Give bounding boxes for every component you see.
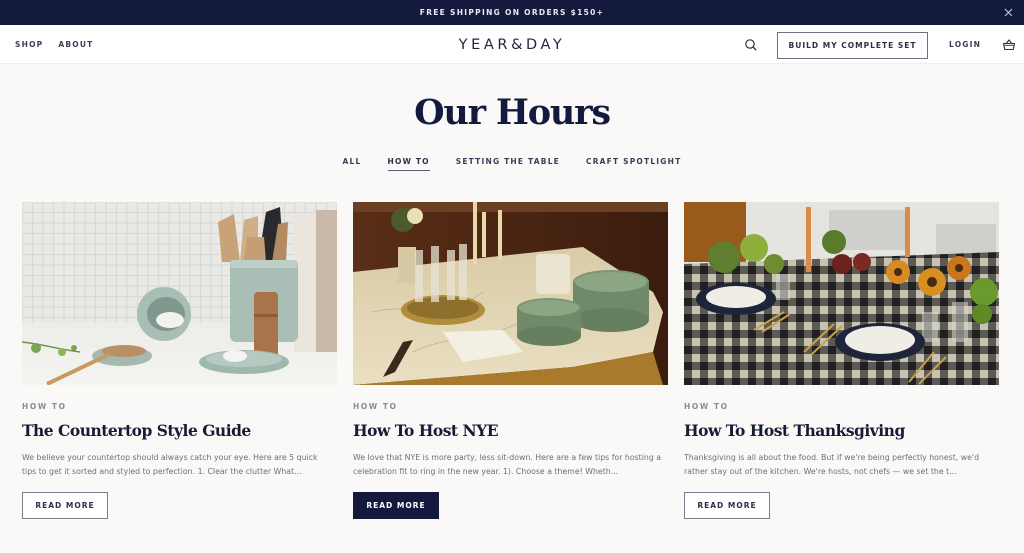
article-excerpt: We love that NYE is more party, less sit… bbox=[353, 453, 662, 476]
read-more-button[interactable]: READ MORE bbox=[684, 492, 770, 519]
tab-setting-the-table[interactable]: SETTING THE TABLE bbox=[456, 157, 560, 171]
article-card: HOW TO How To Host NYE We love that NYE … bbox=[353, 202, 668, 519]
tab-how-to[interactable]: HOW TO bbox=[387, 157, 430, 171]
site-logo[interactable]: YEAR&DAY bbox=[459, 37, 566, 53]
build-complete-set-button[interactable]: BUILD MY COMPLETE SET bbox=[777, 32, 928, 59]
countertop-image bbox=[22, 202, 337, 385]
search-button[interactable] bbox=[743, 37, 759, 53]
category-tabs: ALL HOW TO SETTING THE TABLE CRAFT SPOTL… bbox=[0, 157, 1024, 171]
nye-party-image bbox=[353, 202, 668, 385]
close-icon bbox=[1004, 8, 1012, 16]
article-image[interactable] bbox=[22, 202, 337, 385]
login-link-wrap: LOGIN bbox=[949, 25, 981, 64]
article-title[interactable]: How To Host NYE bbox=[353, 421, 668, 440]
search-icon bbox=[745, 39, 757, 51]
article-title[interactable]: The Countertop Style Guide bbox=[22, 421, 337, 440]
read-more-button[interactable]: READ MORE bbox=[353, 492, 439, 519]
announcement-close-button[interactable] bbox=[1001, 5, 1015, 19]
login-link[interactable]: LOGIN bbox=[949, 40, 981, 49]
article-excerpt: We believe your countertop should always… bbox=[22, 453, 318, 476]
basket-icon bbox=[1002, 39, 1016, 51]
tab-all[interactable]: ALL bbox=[343, 157, 362, 171]
article-image[interactable] bbox=[353, 202, 668, 385]
page-title: Our Hours bbox=[414, 92, 611, 133]
article-category: HOW TO bbox=[353, 402, 398, 411]
article-category: HOW TO bbox=[684, 402, 729, 411]
nav-about-link[interactable]: ABOUT bbox=[58, 40, 93, 49]
thanksgiving-table-image bbox=[684, 202, 999, 385]
read-more-button[interactable]: READ MORE bbox=[22, 492, 108, 519]
announcement-bar: FREE SHIPPING ON ORDERS $150+ bbox=[0, 0, 1024, 25]
article-title[interactable]: How To Host Thanksgiving bbox=[684, 421, 999, 440]
announcement-text: FREE SHIPPING ON ORDERS $150+ bbox=[419, 8, 605, 17]
site-header: SHOP ABOUT YEAR&DAY BUILD MY COMPLETE SE… bbox=[0, 25, 1024, 64]
tab-craft-spotlight[interactable]: CRAFT SPOTLIGHT bbox=[586, 157, 681, 171]
cart-button[interactable] bbox=[1001, 37, 1017, 53]
article-image[interactable] bbox=[684, 202, 999, 385]
article-card: HOW TO How To Host Thanksgiving Thanksgi… bbox=[684, 202, 999, 519]
article-excerpt: Thanksgiving is all about the food. But … bbox=[684, 453, 980, 476]
article-category: HOW TO bbox=[22, 402, 67, 411]
nav-shop-link[interactable]: SHOP bbox=[15, 40, 43, 49]
primary-nav: SHOP ABOUT bbox=[15, 25, 93, 64]
article-card: HOW TO The Countertop Style Guide We bel… bbox=[22, 202, 337, 519]
